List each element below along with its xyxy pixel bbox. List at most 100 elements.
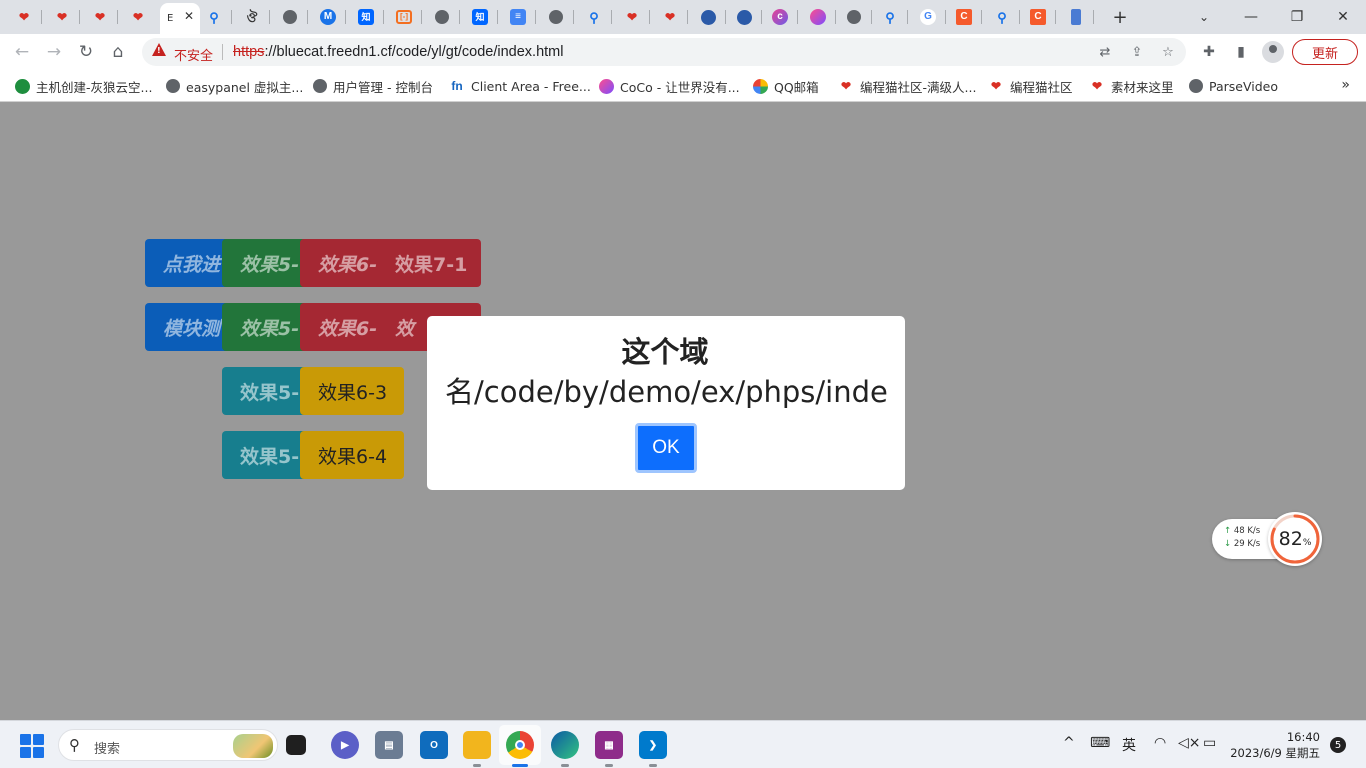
reload-button[interactable]: ↻ xyxy=(72,38,100,66)
tab-globe-3[interactable] xyxy=(538,5,574,29)
bookmark-item[interactable]: ❤ 编程猫社区-满级人... xyxy=(838,77,976,95)
tray-overflow-icon[interactable]: ^ xyxy=(1063,735,1075,751)
tab-edge-1[interactable] xyxy=(690,5,726,29)
home-icon: ⌂ xyxy=(112,42,124,62)
keyboard-icon[interactable]: ⌨ xyxy=(1090,735,1110,751)
bookmark-item[interactable]: 主机创建-灰狼云空... xyxy=(15,77,152,95)
remote-app-icon[interactable]: ▤ xyxy=(375,731,403,759)
outlook-icon[interactable]: O xyxy=(420,731,448,759)
tab-google[interactable]: G xyxy=(910,5,946,29)
tab-edge-2[interactable] xyxy=(726,5,762,29)
home-button[interactable]: ⌂ xyxy=(104,38,132,66)
bookmark-item[interactable]: 用户管理 - 控制台 xyxy=(313,77,433,95)
tab-globe-1[interactable] xyxy=(272,5,308,29)
vscode-icon[interactable]: ❯ xyxy=(639,731,667,759)
file-explorer-icon[interactable] xyxy=(463,731,491,759)
tab-codecat-4[interactable]: ❤ xyxy=(120,5,156,29)
tab-c-2[interactable]: C xyxy=(1020,5,1056,29)
ime-indicator[interactable]: 英 xyxy=(1122,735,1136,755)
tab-coco[interactable] xyxy=(800,5,836,29)
volume-muted-icon[interactable]: ◁× xyxy=(1178,735,1201,751)
chat-app-icon[interactable]: ▶ xyxy=(331,731,359,759)
wifi-icon[interactable]: ◠ xyxy=(1154,735,1166,751)
search-highlight-image xyxy=(233,734,273,758)
winrar-icon[interactable]: ▦ xyxy=(595,731,623,759)
codecat-icon: ❤ xyxy=(626,10,638,24)
tab-c-1[interactable]: C xyxy=(946,5,982,29)
battery-icon[interactable]: ▭ xyxy=(1203,735,1216,751)
tab-globe-2[interactable] xyxy=(424,5,460,29)
tab-codecat-3[interactable]: ❤ xyxy=(82,5,118,29)
bookmark-item[interactable]: ❤ 编程猫社区 xyxy=(988,77,1073,95)
tab-codecat-5[interactable]: ❤ xyxy=(614,5,650,29)
star-icon[interactable]: ☆ xyxy=(1159,43,1177,61)
tab-search-4[interactable]: ⚲ xyxy=(984,5,1020,29)
bookmark-item[interactable]: ParseVideo xyxy=(1189,77,1278,95)
tab-search-button[interactable]: ⌄ xyxy=(1194,7,1214,27)
address-bar[interactable]: ! 不安全 https://bluecat.freedn1.cf/code/yl… xyxy=(142,38,1186,66)
update-button[interactable]: 更新 xyxy=(1292,39,1358,65)
bookmark-item[interactable]: fn Client Area - Free... xyxy=(449,77,591,95)
bookmark-item[interactable]: QQ邮箱 xyxy=(753,77,819,95)
search-icon: ⚲ xyxy=(69,736,80,754)
tab-zhihu-1[interactable]: 知 xyxy=(348,5,384,29)
side-panel-icon[interactable]: ▮ xyxy=(1232,43,1250,61)
tab-cocoa[interactable]: c xyxy=(762,5,798,29)
effect-6-4-button[interactable]: 效果6-4 xyxy=(300,431,404,479)
alert-dialog: 这个域 名/code/by/demo/ex/phps/inde OK xyxy=(427,316,905,490)
forward-button[interactable]: → xyxy=(40,38,68,66)
share-icon[interactable]: ⇪ xyxy=(1128,43,1146,61)
bookmark-item[interactable]: CoCo - 让世界没有... xyxy=(599,77,740,95)
effect-5-2-button[interactable]: 效果5-. xyxy=(222,303,312,351)
profile-avatar[interactable] xyxy=(1262,41,1284,63)
button-label: 效果5-. xyxy=(240,317,307,340)
extensions-icon[interactable]: ✚ xyxy=(1200,43,1218,61)
task-view-icon[interactable] xyxy=(286,735,306,755)
tab-globe-4[interactable] xyxy=(836,5,872,29)
minimize-button[interactable]: — xyxy=(1228,0,1274,34)
close-window-button[interactable]: ✕ xyxy=(1320,0,1366,34)
chrome-icon[interactable] xyxy=(506,731,534,759)
taskbar-search[interactable]: ⚲ 搜索 xyxy=(58,729,278,761)
effect-6-3-button[interactable]: 效果6-3 xyxy=(300,367,404,415)
ok-button[interactable]: OK xyxy=(635,423,697,473)
effect-5-1-button[interactable]: 效果5- xyxy=(222,239,312,287)
tab-search-2[interactable]: ⚲ xyxy=(576,5,612,29)
start-button[interactable] xyxy=(20,734,44,758)
memory-usage-ring[interactable]: 82% xyxy=(1268,512,1322,566)
url-text[interactable]: https://bluecat.freedn1.cf/code/yl/gt/co… xyxy=(233,44,563,60)
new-tab-button[interactable]: + xyxy=(1109,6,1131,28)
clock[interactable]: 16:40 2023/6/9 星期五 xyxy=(1230,729,1320,761)
running-indicator xyxy=(605,764,613,767)
tab-docs[interactable]: ≡ xyxy=(500,5,536,29)
notification-badge[interactable]: 5 xyxy=(1330,737,1346,753)
tab-bracket[interactable]: [-] xyxy=(386,5,422,29)
search-placeholder: 搜索 xyxy=(94,742,121,757)
restore-button[interactable]: ❐ xyxy=(1274,0,1320,34)
tab-codecat-2[interactable]: ❤ xyxy=(44,5,80,29)
bookmark-item[interactable]: easypanel 虚拟主... xyxy=(166,77,303,95)
translate-icon[interactable]: ⇄ xyxy=(1096,43,1114,61)
bookmarks-overflow-button[interactable]: » xyxy=(1341,77,1350,93)
back-button[interactable]: ← xyxy=(8,38,36,66)
security-label[interactable]: 不安全 xyxy=(174,45,213,64)
bookmark-item[interactable]: ❤ 素材来这里 xyxy=(1089,77,1174,95)
tab-3[interactable]: ঔ xyxy=(234,5,270,29)
bookmark-label: CoCo - 让世界没有... xyxy=(620,79,740,95)
tab-codecat-6[interactable]: ❤ xyxy=(652,5,688,29)
warning-icon[interactable]: ! xyxy=(152,43,166,56)
tab-active[interactable]: E ✕ xyxy=(160,3,200,34)
tab-bookmark[interactable] xyxy=(1058,5,1094,29)
effect-7-1-button[interactable]: 效果7-1 xyxy=(377,239,481,287)
effect-5-3-button[interactable]: 效果5- xyxy=(222,367,312,415)
tab-m[interactable]: M xyxy=(310,5,346,29)
effect-5-4-button[interactable]: 效果5- xyxy=(222,431,312,479)
tab-search-3[interactable]: ⚲ xyxy=(872,5,908,29)
tab-search-1[interactable]: ⚲ xyxy=(196,5,232,29)
tab-codecat-1[interactable]: ❤ xyxy=(6,5,42,29)
tab-zhihu-2[interactable]: 知 xyxy=(462,5,498,29)
clock-date: 2023/6/9 星期五 xyxy=(1230,746,1320,760)
close-tab-icon[interactable]: ✕ xyxy=(184,9,194,23)
edge-icon[interactable] xyxy=(551,731,579,759)
active-tab-title: E xyxy=(167,13,174,24)
